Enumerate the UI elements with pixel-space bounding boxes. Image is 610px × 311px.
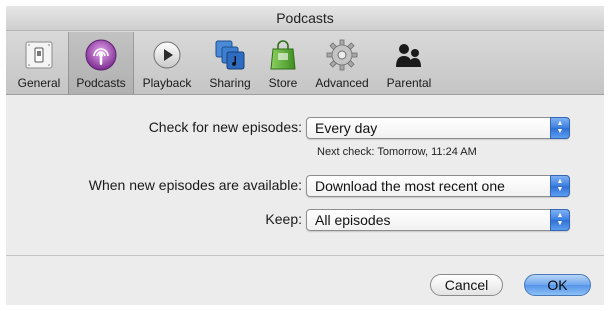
- tab-general-label: General: [17, 76, 61, 90]
- check-label: Check for new episodes:: [148, 119, 302, 135]
- check-frequency-value: Every day: [315, 120, 378, 136]
- window-title: Podcasts: [6, 6, 604, 31]
- next-check-text: Next check: Tomorrow, 11:24 AM: [317, 146, 477, 158]
- sharing-icon: [213, 38, 247, 72]
- tab-podcasts-label: Podcasts: [76, 76, 126, 90]
- new-episodes-action-value: Download the most recent one: [315, 178, 505, 194]
- when-label: When new episodes are available:: [88, 177, 302, 193]
- check-frequency-popup[interactable]: Every day ▲ ▼: [306, 117, 570, 139]
- tab-parental[interactable]: Parental: [378, 32, 440, 94]
- popup-arrows-icon: ▲ ▼: [550, 175, 570, 197]
- preferences-window: Podcasts General Podcasts Playback Shari…: [6, 6, 604, 305]
- podcast-settings: Check for new episodes: Every day ▲ ▼ Nex…: [6, 95, 604, 263]
- popup-arrows-icon: ▲ ▼: [550, 209, 570, 231]
- tab-playback[interactable]: Playback: [134, 32, 200, 94]
- tab-general[interactable]: General: [10, 32, 68, 94]
- keep-label: Keep:: [265, 211, 302, 227]
- tab-store[interactable]: Store: [260, 32, 306, 94]
- tab-sharing-label: Sharing: [209, 76, 251, 90]
- popup-arrows-icon: ▲ ▼: [550, 117, 570, 139]
- tab-store-label: Store: [268, 76, 298, 90]
- divider: [6, 255, 604, 256]
- tab-sharing[interactable]: Sharing: [200, 32, 260, 94]
- play-icon: [150, 38, 184, 72]
- keep-episodes-popup[interactable]: All episodes ▲ ▼: [306, 209, 570, 231]
- parental-icon: [392, 38, 426, 72]
- keep-episodes-value: All episodes: [315, 212, 391, 228]
- tab-advanced-label: Advanced: [315, 76, 369, 90]
- tab-parental-label: Parental: [386, 76, 432, 90]
- shopping-bag-icon: [266, 38, 300, 72]
- ok-button[interactable]: OK: [524, 274, 591, 296]
- switch-icon: [22, 38, 56, 72]
- podcast-icon: [84, 38, 118, 72]
- preferences-toolbar: General Podcasts Playback Sharing Store …: [6, 31, 604, 95]
- gear-icon: [325, 38, 359, 72]
- tab-advanced[interactable]: Advanced: [306, 32, 378, 94]
- tab-podcasts[interactable]: Podcasts: [68, 32, 134, 94]
- tab-playback-label: Playback: [142, 76, 192, 90]
- new-episodes-action-popup[interactable]: Download the most recent one ▲ ▼: [306, 175, 570, 197]
- cancel-button[interactable]: Cancel: [430, 274, 503, 296]
